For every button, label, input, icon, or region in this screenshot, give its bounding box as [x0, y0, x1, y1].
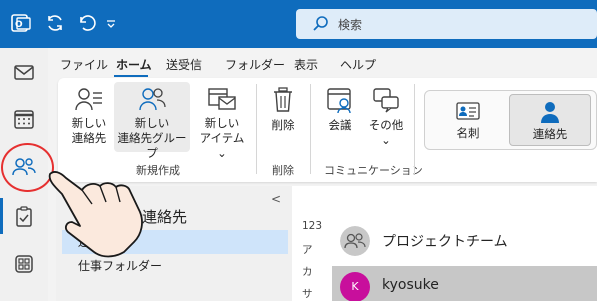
delete-button[interactable]: 削除: [264, 86, 302, 136]
active-indicator: [0, 198, 3, 234]
business-card-view-button[interactable]: 名刺: [433, 94, 503, 146]
active-tab-underline: [114, 75, 148, 77]
group-label-delete: 削除: [272, 164, 294, 177]
tab-file[interactable]: ファイル: [60, 56, 108, 73]
search-box[interactable]: 検索: [296, 9, 597, 39]
contacts-view-button[interactable]: 連絡先: [509, 94, 591, 146]
new-contact-group-button[interactable]: 新しい 連絡先グループ: [114, 82, 190, 160]
ribbon-separator: [414, 84, 415, 174]
view-gallery: 名刺 連絡先: [424, 90, 597, 150]
tab-home[interactable]: ホーム: [116, 56, 152, 73]
contact-name: kyosuke: [382, 277, 439, 293]
new-contact-label-2: 連絡先: [71, 131, 107, 145]
tab-help[interactable]: ヘルプ: [340, 56, 376, 73]
customize-icon[interactable]: [104, 12, 118, 34]
tab-view[interactable]: 表示: [294, 56, 318, 73]
new-contact-button[interactable]: 新しい 連絡先: [62, 86, 116, 152]
meeting-icon: [327, 88, 351, 114]
apps-icon[interactable]: [8, 248, 40, 280]
alpha-index-ka[interactable]: カ: [302, 264, 313, 279]
tab-send-receive[interactable]: 送受信: [166, 56, 202, 73]
avatar-initial: K: [351, 280, 359, 293]
new-contact-label-1: 新しい: [71, 116, 107, 130]
alpha-index-sa[interactable]: サ: [302, 286, 313, 301]
folder-item-label: 仕事フォルダー: [78, 259, 163, 273]
contact-name: プロジェクトチーム: [382, 234, 508, 250]
calendar-icon[interactable]: [8, 103, 40, 135]
meeting-button[interactable]: 会議: [320, 86, 360, 136]
title-bar: O 検索: [0, 0, 597, 48]
avatar: K: [340, 272, 370, 301]
contact-list: 123 ア カ サ プロジェクトチーム K kyosuke: [292, 186, 597, 301]
menu-bar: ファイル ホーム 送受信 フォルダー 表示 ヘルプ: [48, 48, 597, 78]
group-avatar-icon: [340, 226, 370, 256]
sync-icon[interactable]: [44, 12, 66, 34]
business-card-icon: [456, 102, 480, 120]
tab-folder[interactable]: フォルダー: [225, 56, 285, 73]
undo-icon[interactable]: [75, 12, 97, 34]
new-group-label-1: 新しい: [134, 116, 170, 130]
tasks-icon[interactable]: [8, 201, 40, 233]
alpha-index-123[interactable]: 123: [302, 220, 322, 232]
outlook-icon: O: [11, 14, 31, 32]
new-items-label-1: 新しい: [204, 116, 240, 130]
collapse-pane-icon[interactable]: <: [271, 192, 281, 206]
group-label-communication: コミュニケーション: [324, 164, 423, 177]
search-icon: [313, 16, 328, 31]
ribbon-separator: [256, 84, 257, 174]
chat-icon: [373, 88, 399, 113]
new-items-button[interactable]: 新しい アイテム ⌄: [194, 86, 250, 160]
contact-row-group[interactable]: プロジェクトチーム: [332, 220, 597, 260]
contact-add-icon: [75, 88, 102, 111]
more-button[interactable]: その他 ⌄: [364, 86, 408, 147]
new-items-label-2: アイテム ⌄: [199, 131, 245, 160]
more-label: その他 ⌄: [368, 118, 404, 147]
mail-icon[interactable]: [8, 56, 40, 88]
search-placeholder: 検索: [338, 18, 363, 32]
new-group-label-2: 連絡先グループ: [117, 131, 187, 160]
contacts-view-label: 連絡先: [532, 127, 568, 141]
contact-row-kyosuke[interactable]: K kyosuke: [332, 266, 597, 301]
business-card-label: 名刺: [456, 126, 480, 140]
contact-group-icon: [139, 88, 166, 111]
ribbon-separator: [310, 84, 311, 174]
alpha-index-a[interactable]: ア: [302, 242, 313, 257]
delete-label: 削除: [271, 118, 295, 132]
svg-text:O: O: [15, 20, 23, 30]
new-items-icon: [208, 88, 236, 110]
contact-person-icon: [541, 102, 559, 123]
trash-icon: [274, 87, 292, 112]
pointing-hand-icon: [48, 171, 143, 258]
meeting-label: 会議: [328, 118, 352, 132]
